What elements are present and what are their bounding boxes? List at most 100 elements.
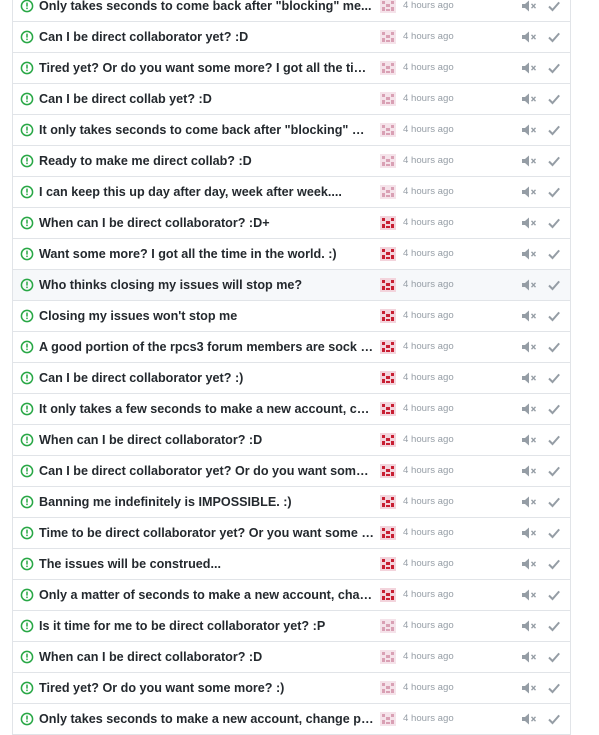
check-icon[interactable] (547, 216, 561, 230)
notification-title[interactable]: Can I be direct collab yet? :D (39, 92, 374, 107)
mute-icon[interactable] (521, 30, 537, 44)
check-icon[interactable] (547, 650, 561, 664)
notification-row[interactable]: Can I be direct collaborator yet? :) 4 h… (13, 363, 570, 394)
avatar[interactable] (380, 557, 396, 571)
mute-icon[interactable] (521, 216, 537, 230)
check-icon[interactable] (547, 92, 561, 106)
mute-icon[interactable] (521, 185, 537, 199)
notification-title[interactable]: Can I be direct collaborator yet? :) (39, 371, 374, 386)
notification-row[interactable]: Only takes seconds to make a new account… (13, 704, 570, 735)
avatar[interactable] (380, 433, 396, 447)
mute-icon[interactable] (521, 0, 537, 13)
notification-row[interactable]: When can I be direct collaborator? :D 4 … (13, 425, 570, 456)
mute-icon[interactable] (521, 588, 537, 602)
check-icon[interactable] (547, 0, 561, 13)
avatar[interactable] (380, 30, 396, 44)
notification-row[interactable]: A good portion of the rpcs3 forum member… (13, 332, 570, 363)
notification-title[interactable]: Only takes seconds to come back after "b… (39, 0, 374, 14)
avatar[interactable] (380, 123, 396, 137)
check-icon[interactable] (547, 681, 561, 695)
notification-title[interactable]: When can I be direct collaborator? :D (39, 650, 374, 665)
avatar[interactable] (380, 619, 396, 633)
notification-title[interactable]: I can keep this up day after day, week a… (39, 185, 374, 200)
mute-icon[interactable] (521, 247, 537, 261)
notification-row[interactable]: Time to be direct collaborator yet? Or y… (13, 518, 570, 549)
notification-title[interactable]: Only takes seconds to make a new account… (39, 712, 374, 727)
avatar[interactable] (380, 0, 396, 13)
notification-title[interactable]: When can I be direct collaborator? :D (39, 433, 374, 448)
notification-title[interactable]: Only a matter of seconds to make a new a… (39, 588, 374, 603)
check-icon[interactable] (547, 371, 561, 385)
mute-icon[interactable] (521, 495, 537, 509)
check-icon[interactable] (547, 495, 561, 509)
mute-icon[interactable] (521, 154, 537, 168)
check-icon[interactable] (547, 278, 561, 292)
notification-title[interactable]: Tired yet? Or do you want some more? I g… (39, 61, 374, 76)
mute-icon[interactable] (521, 92, 537, 106)
notification-title[interactable]: Can I be direct collaborator yet? :D (39, 30, 374, 45)
mute-icon[interactable] (521, 433, 537, 447)
avatar[interactable] (380, 526, 396, 540)
notification-row[interactable]: Is it time for me to be direct collabora… (13, 611, 570, 642)
notification-row[interactable]: Who thinks closing my issues will stop m… (13, 270, 570, 301)
notification-row[interactable]: Want some more? I got all the time in th… (13, 239, 570, 270)
check-icon[interactable] (547, 30, 561, 44)
avatar[interactable] (380, 185, 396, 199)
mute-icon[interactable] (521, 526, 537, 540)
mute-icon[interactable] (521, 340, 537, 354)
avatar[interactable] (380, 464, 396, 478)
mute-icon[interactable] (521, 650, 537, 664)
avatar[interactable] (380, 247, 396, 261)
mute-icon[interactable] (521, 278, 537, 292)
check-icon[interactable] (547, 588, 561, 602)
notification-title[interactable]: Is it time for me to be direct collabora… (39, 619, 374, 634)
avatar[interactable] (380, 61, 396, 75)
notification-row[interactable]: Tired yet? Or do you want some more? I g… (13, 53, 570, 84)
mute-icon[interactable] (521, 61, 537, 75)
avatar[interactable] (380, 371, 396, 385)
mute-icon[interactable] (521, 371, 537, 385)
mute-icon[interactable] (521, 402, 537, 416)
check-icon[interactable] (547, 402, 561, 416)
mute-icon[interactable] (521, 464, 537, 478)
check-icon[interactable] (547, 464, 561, 478)
notification-title[interactable]: A good portion of the rpcs3 forum member… (39, 340, 374, 355)
avatar[interactable] (380, 92, 396, 106)
notification-title[interactable]: Who thinks closing my issues will stop m… (39, 278, 374, 293)
notification-row[interactable]: It only takes seconds to come back after… (13, 115, 570, 146)
notification-title[interactable]: Banning me indefinitely is IMPOSSIBLE. :… (39, 495, 374, 510)
mute-icon[interactable] (521, 123, 537, 137)
notification-row[interactable]: I can keep this up day after day, week a… (13, 177, 570, 208)
check-icon[interactable] (547, 712, 561, 726)
avatar[interactable] (380, 495, 396, 509)
notification-row[interactable]: Banning me indefinitely is IMPOSSIBLE. :… (13, 487, 570, 518)
notification-row[interactable]: When can I be direct collaborator? :D+ 4… (13, 208, 570, 239)
avatar[interactable] (380, 402, 396, 416)
check-icon[interactable] (547, 340, 561, 354)
avatar[interactable] (380, 340, 396, 354)
notification-row[interactable]: The issues will be construed... 4 hours … (13, 549, 570, 580)
notification-row[interactable]: Ready to make me direct collab? :D 4 hou… (13, 146, 570, 177)
mute-icon[interactable] (521, 681, 537, 695)
notification-title[interactable]: Tired yet? Or do you want some more? :) (39, 681, 374, 696)
notification-title[interactable]: It only takes a few seconds to make a ne… (39, 402, 374, 417)
avatar[interactable] (380, 681, 396, 695)
mute-icon[interactable] (521, 619, 537, 633)
check-icon[interactable] (547, 526, 561, 540)
check-icon[interactable] (547, 123, 561, 137)
avatar[interactable] (380, 278, 396, 292)
check-icon[interactable] (547, 185, 561, 199)
notification-title[interactable]: It only takes seconds to come back after… (39, 123, 374, 138)
notification-title[interactable]: Closing my issues won't stop me (39, 309, 374, 324)
check-icon[interactable] (547, 247, 561, 261)
avatar[interactable] (380, 588, 396, 602)
avatar[interactable] (380, 309, 396, 323)
mute-icon[interactable] (521, 712, 537, 726)
notification-title[interactable]: Ready to make me direct collab? :D (39, 154, 374, 169)
notification-row[interactable]: It only takes a few seconds to make a ne… (13, 394, 570, 425)
notification-row[interactable]: Can I be direct collab yet? :D 4 hours a… (13, 84, 570, 115)
notification-title[interactable]: Can I be direct collaborator yet? Or do … (39, 464, 374, 479)
notification-row[interactable]: Can I be direct collaborator yet? Or do … (13, 456, 570, 487)
notification-title[interactable]: The issues will be construed... (39, 557, 374, 572)
check-icon[interactable] (547, 309, 561, 323)
